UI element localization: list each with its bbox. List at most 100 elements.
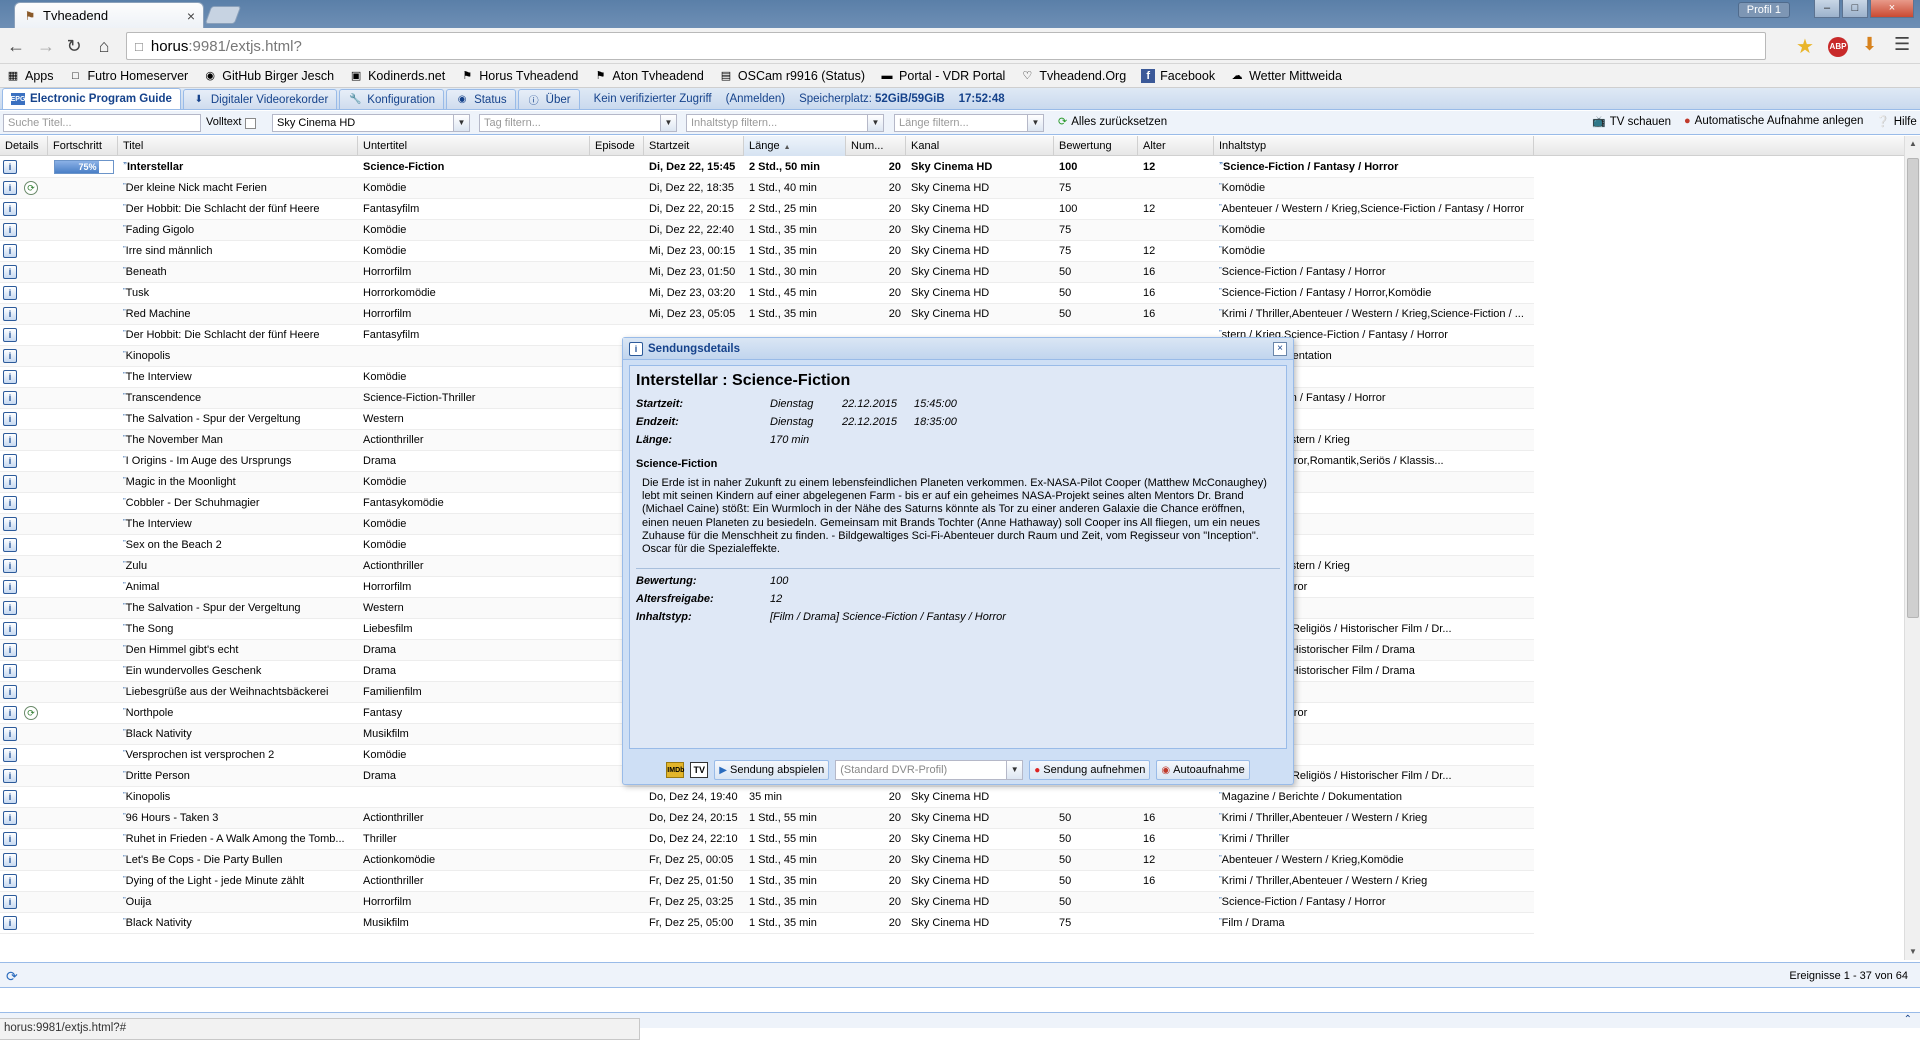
table-row[interactable]: i ”Black Nativity Musikfilm Fr, Dez 25, 05:…	[0, 913, 1534, 934]
column-header-6[interactable]: Länge ▲	[744, 136, 846, 156]
details-icon[interactable]: i	[3, 160, 17, 174]
dvr-profile-select[interactable]: (Standard DVR-Profil) ▼	[835, 760, 1024, 780]
minimize-icon[interactable]: –	[1814, 0, 1840, 18]
chevron-down-icon[interactable]: ▼	[660, 114, 677, 132]
record-button[interactable]: ● Sendung aufnehmen	[1029, 760, 1151, 780]
details-icon[interactable]: i	[3, 916, 17, 930]
table-row[interactable]: i ”Der Hobbit: Die Schlacht der fünf Heer…	[0, 199, 1534, 220]
details-icon[interactable]: i	[3, 748, 17, 762]
reset-button[interactable]: ⟳ Alles zurücksetzen	[1058, 115, 1167, 129]
column-header-5[interactable]: Startzeit	[644, 136, 744, 156]
autorecord-button[interactable]: ◉ Autoaufnahme	[1156, 760, 1250, 780]
watch-tv-button[interactable]: 📺 TV schauen	[1592, 115, 1671, 129]
details-icon[interactable]: i	[3, 475, 17, 489]
table-row[interactable]: i ”Tusk Horrorkomödie Mi, Dez 23, 03:20 1 St…	[0, 283, 1534, 304]
tab-status[interactable]: ◉ Status	[446, 89, 516, 109]
details-icon[interactable]: i	[3, 286, 17, 300]
bookmark-2[interactable]: ◉ GitHub Birger Jesch	[203, 69, 334, 83]
tab-dvr[interactable]: ⬇ Digitaler Videorekorder	[182, 89, 338, 109]
details-icon[interactable]: i	[3, 643, 17, 657]
details-icon[interactable]: i	[3, 895, 17, 909]
column-header-4[interactable]: Episode	[590, 136, 644, 156]
auto-record-button[interactable]: ● Automatische Aufnahme anlegen	[1684, 115, 1863, 127]
imdb-button[interactable]: IMDb	[666, 762, 684, 778]
bookmark-9[interactable]: f Facebook	[1141, 68, 1215, 83]
table-row[interactable]: i ”Red Machine Horrorfilm Mi, Dez 23, 05:05…	[0, 304, 1534, 325]
back-icon[interactable]: ←	[4, 34, 28, 58]
chevron-down-icon[interactable]: ▼	[1006, 761, 1023, 779]
details-icon[interactable]: i	[3, 433, 17, 447]
bookmark-star-icon[interactable]: ★	[1796, 34, 1814, 59]
table-row[interactable]: i ”Ouija Horrorfilm Fr, Dez 25, 03:25 1 Std.…	[0, 892, 1534, 913]
bookmark-0[interactable]: ▦ Apps	[6, 69, 54, 83]
column-header-7[interactable]: Num...	[846, 136, 906, 156]
reload-icon[interactable]: ↻	[62, 34, 86, 58]
help-button[interactable]: ❔ Hilfe	[1876, 115, 1917, 129]
login-link[interactable]: (Anmelden)	[726, 93, 785, 105]
details-icon[interactable]: i	[3, 580, 17, 594]
table-row[interactable]: i ”Dying of the Light - jede Minute zählt…	[0, 871, 1534, 892]
bookmark-10[interactable]: ☁ Wetter Mittweida	[1230, 69, 1342, 83]
refresh-icon[interactable]: ⟳	[6, 968, 18, 985]
menu-icon[interactable]: ☰	[1894, 34, 1910, 55]
details-icon[interactable]: i	[3, 811, 17, 825]
details-icon[interactable]: i	[3, 454, 17, 468]
address-bar[interactable]: □ horus:9981/extjs.html?	[126, 32, 1766, 60]
close-tab-icon[interactable]: ×	[187, 8, 195, 24]
details-icon[interactable]: i	[3, 706, 17, 720]
vertical-scrollbar[interactable]: ▲ ▼	[1904, 136, 1920, 960]
tag-filter[interactable]: Tag filtern... ▼	[479, 114, 677, 132]
details-icon[interactable]: i	[3, 769, 17, 783]
table-row[interactable]: i ”96 Hours - Taken 3 Actionthriller Do, De…	[0, 808, 1534, 829]
column-header-0[interactable]: Details	[0, 136, 48, 156]
table-row[interactable]: i ”Fading Gigolo Komödie Di, Dez 22, 22:40 1…	[0, 220, 1534, 241]
details-icon[interactable]: i	[3, 685, 17, 699]
scroll-down-icon[interactable]: ▼	[1905, 944, 1920, 960]
column-header-1[interactable]: Fortschritt	[48, 136, 118, 156]
maximize-icon[interactable]: □	[1842, 0, 1868, 18]
details-icon[interactable]: i	[3, 874, 17, 888]
details-icon[interactable]: i	[3, 202, 17, 216]
column-header-9[interactable]: Bewertung	[1054, 136, 1138, 156]
scroll-up-icon[interactable]: ▲	[1905, 136, 1920, 152]
scroll-thumb[interactable]	[1907, 158, 1919, 618]
details-icon[interactable]: i	[3, 412, 17, 426]
details-icon[interactable]: i	[3, 391, 17, 405]
details-icon[interactable]: i	[3, 328, 17, 342]
details-icon[interactable]: i	[3, 265, 17, 279]
download-icon[interactable]: ⬇	[1862, 34, 1877, 55]
bookmark-5[interactable]: ⚑ Aton Tvheadend	[593, 69, 703, 83]
bookmark-6[interactable]: ▤ OSCam r9916 (Status)	[719, 69, 865, 83]
chevron-down-icon[interactable]: ▼	[867, 114, 884, 132]
channel-filter[interactable]: Sky Cinema HD ▼	[272, 114, 470, 132]
content-type-filter[interactable]: Inhaltstyp filtern... ▼	[686, 114, 884, 132]
column-header-11[interactable]: Inhaltstyp	[1214, 136, 1534, 156]
details-icon[interactable]: i	[3, 496, 17, 510]
forward-icon[interactable]: →	[34, 34, 58, 58]
column-header-3[interactable]: Untertitel	[358, 136, 590, 156]
table-row[interactable]: i ”Kinopolis Do, Dez 24, 19:40 35 min 20 Sky …	[0, 787, 1534, 808]
chevron-down-icon[interactable]: ▼	[453, 114, 470, 132]
chevron-down-icon[interactable]: ▼	[1027, 114, 1044, 132]
close-icon[interactable]: ×	[1273, 342, 1287, 356]
tab-config[interactable]: 🔧 Konfiguration	[339, 89, 445, 109]
tab-about[interactable]: ⓘ Über	[517, 89, 580, 109]
tv-guide-button[interactable]: TV	[690, 762, 709, 778]
details-icon[interactable]: i	[3, 538, 17, 552]
details-icon[interactable]: i	[3, 307, 17, 321]
details-icon[interactable]: i	[3, 853, 17, 867]
details-icon[interactable]: i	[3, 244, 17, 258]
details-icon[interactable]: i	[3, 622, 17, 636]
details-icon[interactable]: i	[3, 517, 17, 531]
browser-tab[interactable]: ⚑ Tvheadend ×	[14, 2, 204, 28]
tab-epg[interactable]: EPG Electronic Program Guide	[2, 88, 181, 109]
close-window-icon[interactable]: ×	[1870, 0, 1914, 18]
adblock-icon[interactable]: ABP	[1828, 37, 1848, 57]
profile-button[interactable]: Profil 1	[1737, 2, 1790, 18]
bookmark-8[interactable]: ♡ Tvheadend.Org	[1020, 69, 1126, 83]
search-title-input[interactable]: Suche Titel...	[3, 114, 201, 132]
expand-panel-icon[interactable]: ⌃	[1904, 1014, 1912, 1025]
bookmark-1[interactable]: □ Futro Homeserver	[69, 69, 188, 83]
table-row[interactable]: i ”Irre sind männlich Komödie Mi, Dez 23, 0…	[0, 241, 1534, 262]
table-row[interactable]: i ”Let's Be Cops - Die Party Bullen Action…	[0, 850, 1534, 871]
